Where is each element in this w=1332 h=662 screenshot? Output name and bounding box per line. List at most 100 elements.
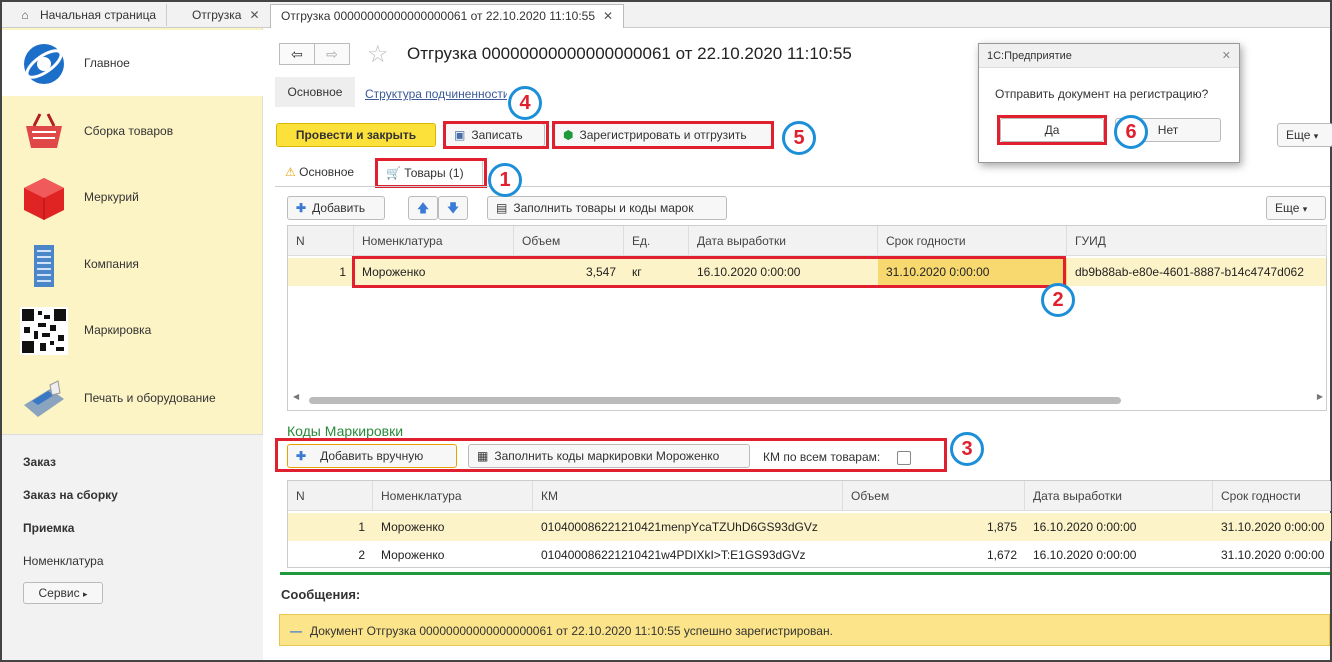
annotation-box-1 (375, 158, 487, 188)
column-header[interactable]: Дата выработки (689, 226, 878, 256)
add-goods-button[interactable]: ✚ Добавить (287, 196, 385, 220)
collapse-icon[interactable]: — (290, 615, 302, 647)
qr-code-icon (20, 307, 68, 355)
building-icon (34, 245, 54, 287)
sidebar-link-order[interactable]: Заказ (23, 455, 56, 469)
sidebar-link-receipt[interactable]: Приемка (23, 521, 74, 535)
cell-n: 2 (358, 548, 365, 562)
column-header[interactable]: Номенклатура (373, 481, 533, 511)
column-header[interactable]: N (288, 226, 354, 256)
close-icon[interactable]: ✕ (249, 8, 259, 22)
tab-home[interactable]: ⌂ Начальная страница (8, 4, 168, 26)
cell-volume: 1,672 (986, 548, 1017, 562)
forward-button[interactable]: ⇨ (314, 43, 350, 65)
annotation-box-3 (275, 438, 947, 472)
goods-more-button[interactable]: Еще ▾ (1266, 196, 1326, 220)
messages-title: Сообщения: (281, 587, 361, 602)
scroll-left-icon[interactable]: ◀ (293, 392, 299, 401)
back-button[interactable]: ⇦ (279, 43, 315, 65)
annotation-box-2 (352, 256, 1066, 288)
sidebar-item-assembly[interactable]: Сборка товаров (2, 98, 263, 164)
move-down-button[interactable]: 🡇 (438, 196, 468, 220)
plus-icon: ✚ (296, 201, 307, 215)
caret-right-icon: ▸ (82, 589, 88, 599)
callout-3: 3 (950, 432, 984, 466)
cell-n: 1 (339, 265, 346, 279)
dialog-title: 1С:Предприятие ✕ (979, 44, 1239, 68)
tab-shipment-document[interactable]: Отгрузка 00000000000000000061 от 22.10.2… (270, 4, 625, 28)
column-header[interactable]: Срок годности (878, 226, 1067, 256)
sidebar-item-mercury[interactable]: Меркурий (2, 164, 263, 230)
more-button[interactable]: Еще ▾ (1277, 123, 1332, 147)
warning-icon: ⚠ (285, 165, 296, 179)
tab-divider (275, 186, 1330, 187)
subtab-main[interactable]: Основное (275, 77, 355, 107)
post-and-close-button[interactable]: Провести и закрыть (276, 123, 436, 147)
column-header[interactable]: Объем (514, 226, 624, 256)
sidebar-item-company[interactable]: Компания (2, 231, 263, 297)
cell-nomenclature: Мороженко (381, 520, 445, 534)
horizontal-scrollbar[interactable]: ◀ ▶ (293, 392, 1323, 405)
marking-codes-title: Коды Маркировки (287, 423, 404, 439)
callout-1: 1 (488, 163, 522, 197)
dialog-question: Отправить документ на регистрацию? (995, 87, 1209, 101)
goods-table: N Номенклатура Объем Ед. Дата выработки … (287, 225, 1327, 411)
cell-km: 010400086221210421menpYcaTZUhD6GS93dGVz (541, 520, 818, 534)
callout-5: 5 (782, 121, 816, 155)
marking-codes-table: N Номенклатура КМ Объем Дата выработки С… (287, 480, 1331, 568)
arrow-down-icon: 🡇 (446, 201, 460, 215)
callout-4: 4 (508, 86, 542, 120)
chevron-down-icon: ▾ (1302, 204, 1308, 214)
cell-expiry-date: 31.10.2020 0:00:00 (1221, 548, 1325, 562)
tab-shipments[interactable]: Отгрузка ✕ (182, 4, 271, 26)
scrollbar-thumb[interactable] (309, 397, 1121, 404)
column-header[interactable]: ГУИД (1067, 226, 1327, 256)
sidebar-link-nomenclature[interactable]: Номенклатура (23, 554, 104, 568)
scroll-right-icon[interactable]: ▶ (1317, 392, 1323, 401)
annotation-box-5 (552, 121, 774, 149)
subtab-structure[interactable]: Структура подчиненности (365, 87, 507, 101)
column-header[interactable]: Срок годности (1213, 481, 1331, 511)
service-button[interactable]: Сервис ▸ (23, 582, 103, 604)
cell-km: 010400086221210421w4PDIXkI>T:E1GS93dGVz (541, 548, 806, 562)
cell-production-date: 16.10.2020 0:00:00 (1033, 548, 1137, 562)
column-header[interactable]: Дата выработки (1025, 481, 1213, 511)
move-up-button[interactable]: 🡅 (408, 196, 438, 220)
sidebar-item-marking[interactable]: Маркировка (2, 297, 263, 363)
fill-table-icon: ▤ (496, 201, 508, 215)
cell-volume: 1,875 (986, 520, 1017, 534)
message-item[interactable]: — Документ Отгрузка 00000000000000000061… (279, 614, 1330, 646)
cell-expiry-date: 31.10.2020 0:00:00 (1221, 520, 1325, 534)
arrow-up-icon: 🡅 (416, 201, 430, 215)
favorite-star-icon[interactable]: ☆ (367, 40, 389, 69)
cell-nomenclature: Мороженко (381, 548, 445, 562)
callout-2: 2 (1041, 283, 1075, 317)
column-header[interactable]: Объем (843, 481, 1025, 511)
messages-divider[interactable] (280, 572, 1330, 575)
sidebar: Главное Сборка товаров Меркурий Компания (2, 28, 263, 660)
globe-logo-icon (24, 44, 64, 84)
fill-goods-button[interactable]: ▤ Заполнить товары и коды марок (487, 196, 727, 220)
annotation-box-6 (997, 115, 1107, 145)
tab-main[interactable]: ⚠ Основное (277, 160, 371, 186)
close-icon[interactable]: ✕ (603, 9, 613, 23)
column-header[interactable]: N (288, 481, 373, 511)
cell-production-date: 16.10.2020 0:00:00 (1033, 520, 1137, 534)
cell-n: 1 (358, 520, 365, 534)
arrow-right-icon: ⇨ (326, 46, 338, 62)
column-header[interactable]: КМ (533, 481, 843, 511)
home-icon: ⌂ (21, 8, 29, 22)
column-header[interactable]: Ед. (624, 226, 689, 256)
shopping-basket-icon (26, 113, 62, 148)
table-header: N Номенклатура Объем Ед. Дата выработки … (288, 226, 1327, 256)
column-header[interactable]: Номенклатура (354, 226, 514, 256)
callout-6: 6 (1114, 115, 1148, 149)
sidebar-item-print-equipment[interactable]: Печать и оборудование (2, 365, 263, 431)
top-tab-bar: ⌂ Начальная страница Отгрузка ✕ Отгрузка 0… (2, 2, 1330, 28)
annotation-box-4 (443, 121, 549, 149)
payment-terminal-icon (24, 380, 64, 417)
sidebar-link-assembly-order[interactable]: Заказ на сборку (23, 488, 118, 502)
arrow-left-icon: ⇦ (291, 46, 303, 62)
close-icon[interactable]: ✕ (1222, 44, 1231, 68)
sidebar-item-main[interactable]: Главное (2, 30, 263, 96)
